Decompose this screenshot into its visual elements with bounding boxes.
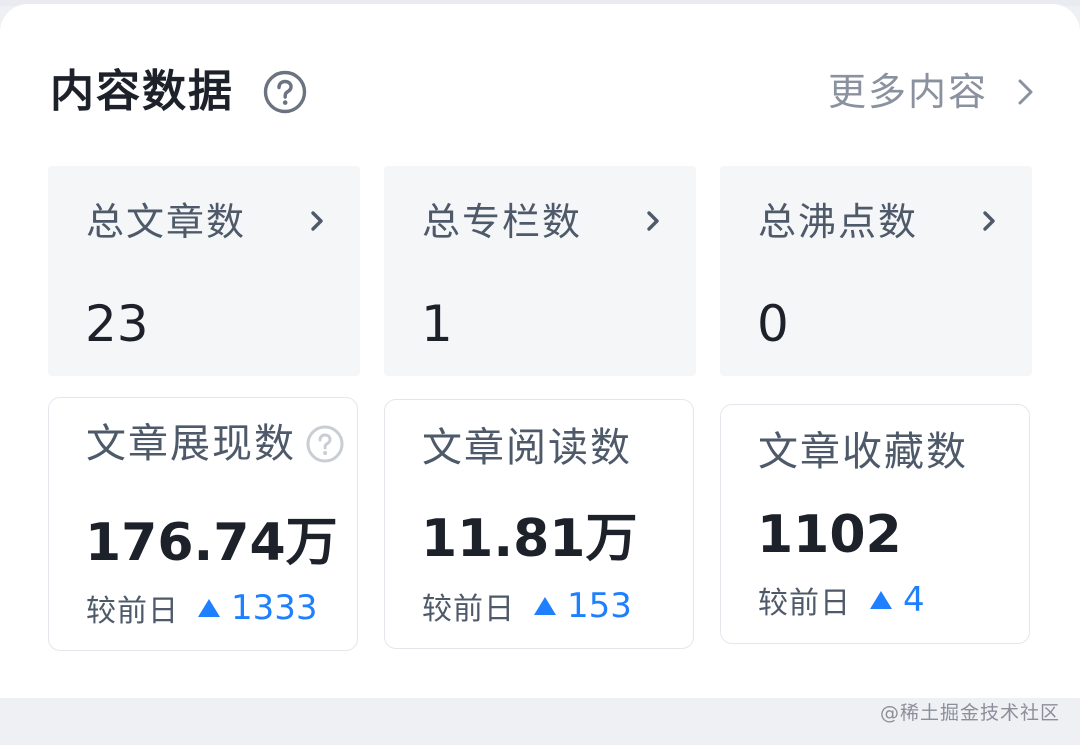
stat-tile-value: 1 xyxy=(421,295,453,353)
compare-row: 较前日 153 xyxy=(422,584,632,628)
stat-tile-label: 总专栏数 xyxy=(422,200,583,244)
stat-tile-label: 总沸点数 xyxy=(758,200,919,244)
stat-tile-total-pins[interactable]: 总沸点数 0 xyxy=(720,166,1032,376)
watermark: @稀土掘金技术社区 xyxy=(879,702,1060,724)
stat-tile-label: 总文章数 xyxy=(86,200,247,244)
stat-tile-total-articles[interactable]: 总文章数 23 xyxy=(48,166,360,376)
chevron-right-icon xyxy=(311,211,323,231)
compare-label: 较前日 xyxy=(758,586,851,621)
compare-label: 较前日 xyxy=(422,592,515,627)
triangle-up-icon xyxy=(534,597,556,615)
compare-label: 较前日 xyxy=(86,594,179,629)
section-title: 内容数据 xyxy=(50,66,234,117)
metric-card-article-impressions: 文章展现数 176.74万 较前日 1333 xyxy=(48,397,358,651)
metric-card-article-reads: 文章阅读数 11.81万 较前日 153 xyxy=(384,399,694,649)
metric-value: 11.81万 xyxy=(421,509,638,569)
metric-card-article-favorites: 文章收藏数 1102 较前日 4 xyxy=(720,404,1030,644)
question-circle-icon[interactable] xyxy=(262,69,308,115)
compare-row: 较前日 1333 xyxy=(86,586,318,630)
metric-label: 文章阅读数 xyxy=(422,425,632,471)
more-content-label: 更多内容 xyxy=(827,70,988,114)
compare-delta: 153 xyxy=(567,586,632,626)
metric-label: 文章收藏数 xyxy=(758,429,968,475)
triangle-up-icon xyxy=(198,599,220,617)
chevron-right-icon xyxy=(647,211,659,231)
compare-row: 较前日 4 xyxy=(758,578,925,622)
compare-delta: 4 xyxy=(903,580,925,620)
stat-tile-value: 0 xyxy=(757,295,789,353)
compare-delta: 1333 xyxy=(231,588,318,628)
stat-tile-value: 23 xyxy=(85,295,149,353)
metric-label: 文章展现数 xyxy=(86,421,296,467)
more-content-link[interactable]: 更多内容 xyxy=(828,62,1040,122)
chevron-right-icon xyxy=(1018,79,1033,105)
chevron-right-icon xyxy=(983,211,995,231)
metric-value: 176.74万 xyxy=(85,513,338,573)
question-circle-icon[interactable] xyxy=(305,424,345,464)
triangle-up-icon xyxy=(870,591,892,609)
metric-value: 1102 xyxy=(757,505,902,565)
content-data-card: 内容数据 更多内容 总文章数 23 总专栏数 1 总沸点数 0 文章展现数 17… xyxy=(0,4,1080,698)
stat-tile-total-columns[interactable]: 总专栏数 1 xyxy=(384,166,696,376)
